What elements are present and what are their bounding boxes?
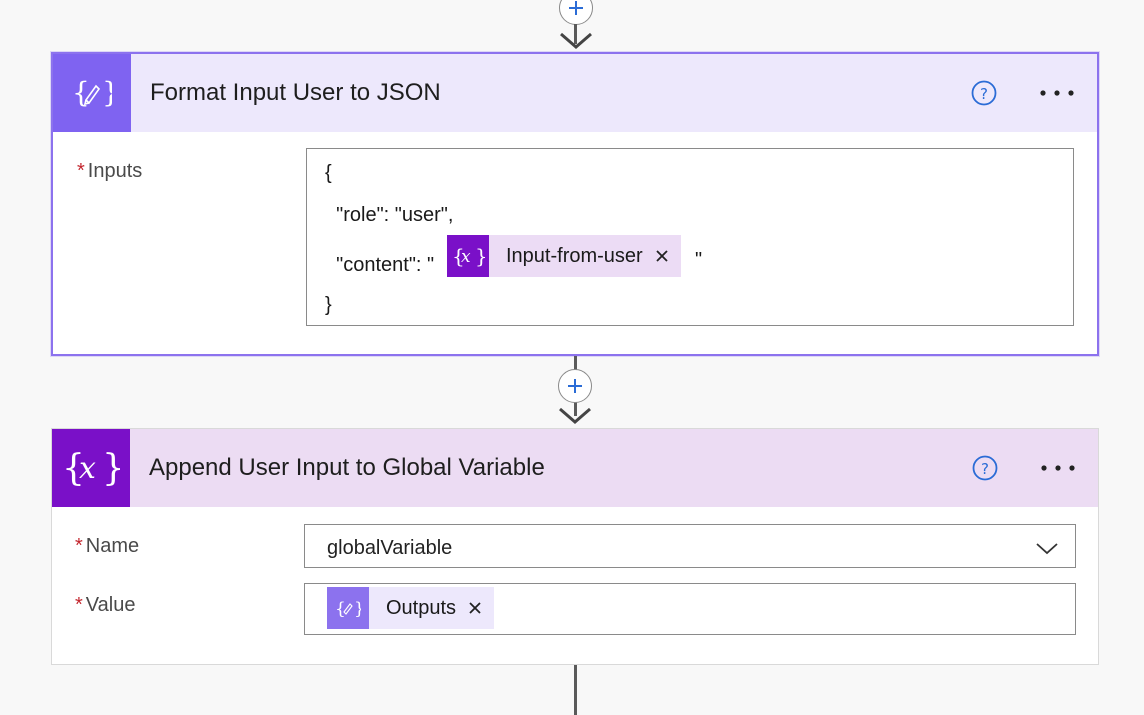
more-options-icon[interactable] (1037, 78, 1077, 108)
name-selected-value: globalVariable (327, 537, 453, 559)
dynamic-content-token[interactable]: { x } Input-from-user (447, 235, 681, 277)
action-card-append-variable[interactable]: { x } Append User Input to Global Variab… (51, 428, 1099, 665)
more-options-icon[interactable] (1038, 453, 1078, 483)
svg-text:x: x (79, 451, 96, 486)
required-mark: * (77, 160, 85, 182)
inputs-field[interactable]: { "role": "user", "content": " { x } Inp… (306, 148, 1074, 326)
svg-text:}: } (475, 244, 485, 268)
connector-line-bottom (574, 665, 577, 715)
token-label: Input-from-user (506, 244, 643, 267)
svg-text:{: { (335, 599, 346, 619)
card-header[interactable]: { x } Append User Input to Global Variab… (52, 429, 1098, 507)
code-line: } (325, 294, 332, 316)
inputs-label: * Inputs (77, 160, 143, 182)
chevron-down-icon[interactable] (1035, 539, 1059, 557)
value-label: * Value (75, 594, 136, 616)
add-step-button-middle[interactable] (558, 369, 592, 403)
help-icon[interactable]: ? (971, 80, 997, 106)
compose-braces-icon: { } (53, 54, 131, 132)
card-title: Append User Input to Global Variable (149, 454, 545, 481)
required-mark: * (75, 594, 83, 616)
variable-icon: { x } (447, 235, 489, 277)
remove-token-icon[interactable] (466, 599, 484, 617)
svg-text:}: } (102, 76, 112, 109)
svg-text:}: } (354, 599, 361, 619)
dynamic-content-token[interactable]: { } Outputs (327, 587, 495, 629)
card-header[interactable]: { } Format Input User to JSON ? (53, 54, 1097, 132)
token-label: Outputs (386, 596, 457, 619)
arrow-down-icon (560, 32, 592, 49)
add-step-button-top[interactable] (559, 0, 593, 25)
remove-token-icon[interactable] (653, 247, 671, 265)
variable-icon: { x } (52, 429, 130, 507)
svg-text:?: ? (980, 85, 988, 103)
svg-text:x: x (461, 247, 471, 267)
flow-canvas: { } Format Input User to JSON ? (0, 0, 1144, 715)
code-line: "content": " (325, 254, 435, 276)
action-card-compose[interactable]: { } Format Input User to JSON ? (51, 52, 1099, 356)
code-line: { (325, 162, 332, 184)
name-label: * Name (75, 535, 140, 557)
code-line: " (695, 249, 703, 271)
help-icon[interactable]: ? (972, 455, 998, 481)
plus-icon (568, 379, 582, 393)
required-mark: * (75, 535, 83, 557)
arrow-down-icon (559, 407, 591, 424)
plus-icon (569, 1, 583, 15)
compose-braces-icon: { } (327, 587, 369, 629)
code-line: "role": "user", (325, 204, 454, 226)
card-title: Format Input User to JSON (150, 79, 441, 106)
svg-text:?: ? (981, 460, 989, 478)
name-dropdown[interactable]: globalVariable (304, 524, 1076, 568)
value-field[interactable]: { } Outputs (304, 583, 1076, 635)
svg-text:}: } (102, 448, 120, 489)
